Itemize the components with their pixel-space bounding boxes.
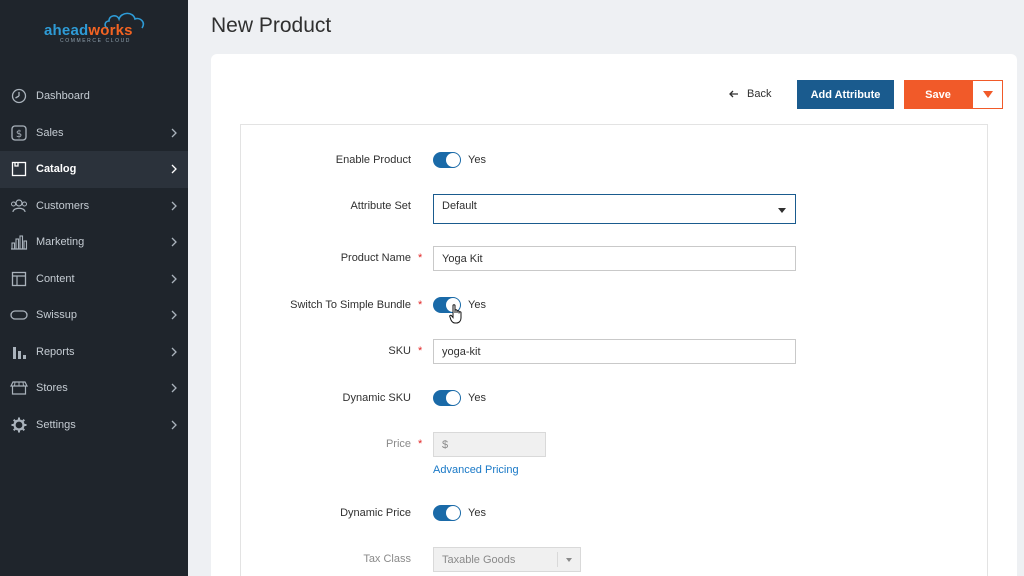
- sidebar-item-label: Settings: [36, 418, 76, 431]
- dashboard-icon: [10, 87, 28, 105]
- caret-down-icon: [566, 558, 572, 562]
- dollar-icon: $: [10, 124, 28, 142]
- product-name-input[interactable]: Yoga Kit: [433, 246, 796, 271]
- svg-text:$: $: [16, 129, 22, 140]
- enable-product-label: Enable Product: [335, 154, 411, 166]
- back-button-label: Back: [747, 88, 772, 100]
- chevron-right-icon: [171, 347, 177, 357]
- sidebar-item-label: Content: [36, 272, 75, 285]
- attribute-set-select[interactable]: Default: [433, 194, 796, 224]
- sidebar-item-label: Catalog: [36, 163, 77, 176]
- sidebar-item-label: Reports: [36, 345, 75, 358]
- sidebar: aheadworks COMMERCE CLOUD Dashboard $ Sa…: [0, 0, 188, 576]
- chevron-right-icon: [171, 420, 177, 430]
- chevron-right-icon: [171, 164, 177, 174]
- simple-bundle-label: Switch To Simple Bundle: [290, 299, 411, 311]
- brand-name: aheadworks: [44, 22, 133, 39]
- dynamic-price-label: Dynamic Price: [340, 507, 411, 519]
- select-divider: [557, 552, 558, 567]
- marketing-icon: [10, 233, 28, 251]
- product-name-value: Yoga Kit: [442, 252, 483, 265]
- caret-down-icon: [778, 208, 786, 213]
- content-icon: [10, 270, 28, 288]
- attribute-set-label: Attribute Set: [350, 200, 411, 212]
- required-mark: *: [418, 252, 423, 264]
- currency-symbol: $: [442, 438, 449, 451]
- brand-logo[interactable]: aheadworks COMMERCE CLOUD: [0, 0, 188, 60]
- sidebar-item-label: Sales: [36, 126, 64, 139]
- sidebar-item-marketing[interactable]: Marketing: [0, 224, 188, 261]
- sidebar-item-label: Swissup: [36, 309, 77, 322]
- advanced-pricing-link[interactable]: Advanced Pricing: [433, 464, 519, 476]
- sidebar-item-swissup[interactable]: Swissup: [0, 297, 188, 334]
- tax-class-label: Tax Class: [363, 553, 411, 565]
- chevron-right-icon: [171, 128, 177, 138]
- dynamic-price-value: Yes: [468, 507, 486, 519]
- chevron-right-icon: [171, 274, 177, 284]
- hand-pointer-cursor-icon: [449, 304, 462, 324]
- sidebar-item-content[interactable]: Content: [0, 261, 188, 298]
- back-button[interactable]: Back: [729, 81, 771, 107]
- sku-input[interactable]: yoga-kit: [433, 339, 796, 364]
- sidebar-item-reports[interactable]: Reports: [0, 334, 188, 371]
- catalog-icon: [10, 160, 28, 178]
- brand-tagline: COMMERCE CLOUD: [60, 38, 132, 44]
- dynamic-sku-label: Dynamic SKU: [342, 392, 411, 404]
- price-input[interactable]: $: [433, 432, 546, 457]
- reports-icon: [10, 343, 28, 361]
- sidebar-item-dashboard[interactable]: Dashboard: [0, 78, 188, 115]
- sidebar-item-label: Marketing: [36, 236, 85, 249]
- sidebar-item-settings[interactable]: Settings: [0, 407, 188, 444]
- chevron-right-icon: [171, 237, 177, 247]
- add-attribute-button[interactable]: Add Attribute: [797, 80, 894, 109]
- chevron-right-icon: [171, 310, 177, 320]
- chevron-right-icon: [171, 201, 177, 211]
- sidebar-item-label: Dashboard: [36, 90, 90, 103]
- page-title: New Product: [211, 14, 332, 37]
- required-mark: *: [418, 438, 423, 450]
- arrow-left-icon: [729, 90, 738, 98]
- required-mark: *: [418, 345, 423, 357]
- sidebar-item-catalog[interactable]: Catalog: [0, 151, 188, 188]
- swissup-icon: [10, 306, 28, 324]
- attribute-set-value: Default: [442, 200, 477, 212]
- sku-label: SKU: [388, 345, 411, 357]
- enable-product-value: Yes: [468, 154, 486, 166]
- tax-class-select[interactable]: Taxable Goods: [433, 547, 581, 572]
- sidebar-item-label: Stores: [36, 382, 68, 395]
- product-name-label: Product Name: [340, 252, 411, 264]
- brand-name-part1: ahead: [44, 22, 89, 39]
- sidebar-item-customers[interactable]: Customers: [0, 188, 188, 225]
- gear-icon: [10, 416, 28, 434]
- price-label: Price: [385, 438, 411, 450]
- save-options-toggle[interactable]: [972, 80, 1003, 109]
- caret-down-icon: [982, 91, 993, 98]
- sidebar-item-sales[interactable]: $ Sales: [0, 115, 188, 152]
- tax-class-value: Taxable Goods: [442, 553, 516, 566]
- chevron-right-icon: [171, 383, 177, 393]
- sidebar-item-label: Customers: [36, 199, 90, 212]
- customers-icon: [10, 197, 28, 215]
- sku-value: yoga-kit: [442, 345, 481, 358]
- brand-name-part2: works: [88, 22, 133, 39]
- dynamic-sku-toggle[interactable]: [433, 390, 461, 406]
- dynamic-sku-value: Yes: [468, 392, 486, 404]
- sidebar-nav: Dashboard $ Sales Catalog Customers Mark…: [0, 78, 188, 443]
- dynamic-price-toggle[interactable]: [433, 505, 461, 521]
- required-mark: *: [418, 299, 423, 311]
- sidebar-item-stores[interactable]: Stores: [0, 370, 188, 407]
- enable-product-toggle[interactable]: [433, 152, 461, 168]
- stores-icon: [10, 379, 28, 397]
- simple-bundle-value: Yes: [468, 299, 486, 311]
- save-button[interactable]: Save: [904, 80, 972, 109]
